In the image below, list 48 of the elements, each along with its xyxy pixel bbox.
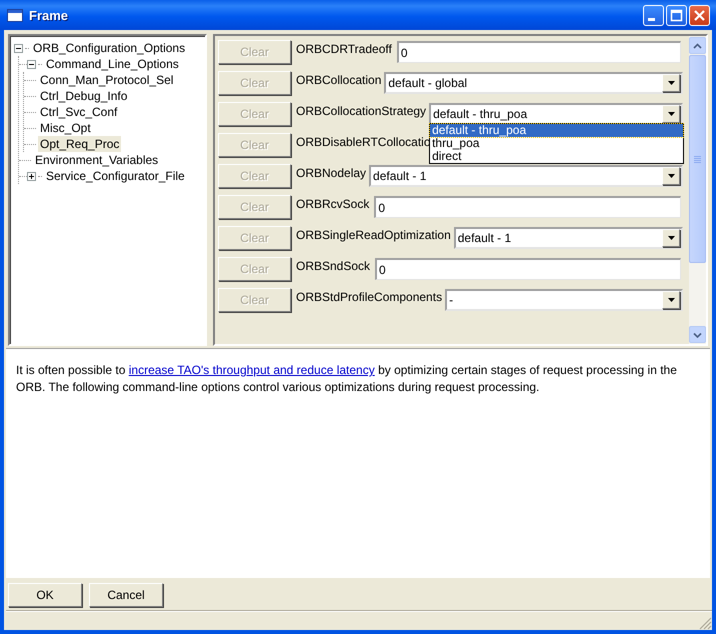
option-label: ORBDisableRTCollocatio (296, 134, 430, 149)
option-label: ORBCollocation (296, 72, 382, 87)
tree-item[interactable]: ORB_Configuration_Options (31, 40, 188, 56)
scrollbar[interactable] (689, 36, 706, 344)
tree-item[interactable]: Command_Line_Options (44, 56, 181, 72)
caret-icon (668, 174, 674, 178)
tree-item[interactable]: Ctrl_Svc_Conf (38, 104, 120, 120)
scroll-up-icon[interactable] (693, 42, 702, 48)
description-text: It is often possible to increase TAO's throughput and reduce latency by optimizing certain stages of request processing in the ORB. The following command-line options control various optimizations during request processing. (16, 362, 678, 396)
option-label: ORBSndSock (296, 258, 370, 273)
minimize-button[interactable] (643, 4, 664, 26)
dropdown-button[interactable] (662, 167, 680, 185)
close-button[interactable] (689, 4, 710, 26)
window-title: Frame (29, 8, 70, 22)
cancel-button[interactable]: Cancel (89, 583, 163, 607)
expand-icon[interactable] (27, 172, 36, 180)
caret-icon (668, 112, 674, 116)
dropdown-button[interactable] (662, 74, 680, 92)
resize-grip-icon[interactable] (699, 617, 712, 630)
tree-item[interactable]: Service_Configurator_File (44, 168, 187, 184)
maximize-button[interactable] (666, 4, 687, 26)
grip-icon (694, 156, 701, 162)
tree-item[interactable]: Environment_Variables (33, 152, 160, 168)
collapse-icon[interactable] (14, 44, 23, 52)
scroll-down-icon[interactable] (693, 332, 702, 338)
dropdown-button[interactable] (662, 105, 680, 123)
caret-icon (668, 298, 674, 302)
window-icon (7, 8, 23, 22)
collapse-icon[interactable] (27, 60, 36, 68)
tree-item[interactable]: Conn_Man_Protocol_Sel (38, 72, 176, 88)
close-icon (693, 8, 706, 22)
link[interactable]: increase TAO's throughput and reduce latency (128, 363, 375, 377)
maximize-icon (670, 8, 683, 22)
caret-icon (668, 81, 674, 85)
tree-item[interactable]: Misc_Opt (38, 120, 93, 136)
option-label: ORBSingleReadOptimization (296, 227, 451, 242)
minimize-icon (648, 18, 655, 21)
dropdown-button[interactable] (662, 291, 680, 309)
dropdown-button[interactable] (662, 229, 680, 247)
option-label: ORBStdProfileComponents (296, 289, 442, 304)
ok-button[interactable]: OK (8, 583, 82, 607)
option-label: ORBNodelay (296, 165, 366, 180)
tree-item[interactable]: Opt_Req_Proc (38, 136, 122, 152)
option-label: ORBCDRTradeoff (296, 41, 392, 56)
caret-icon (668, 236, 674, 240)
option-label: ORBRcvSock (296, 196, 370, 211)
option-label: ORBCollocationStrategy (296, 103, 426, 118)
tree-item[interactable]: Ctrl_Debug_Info (38, 88, 130, 104)
